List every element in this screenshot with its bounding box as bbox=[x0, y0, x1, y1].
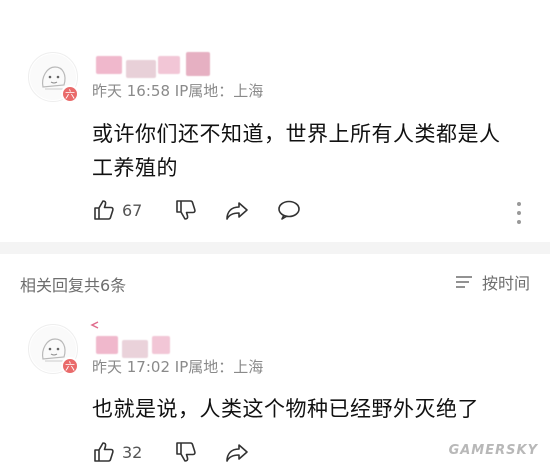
redacted-badge bbox=[186, 52, 210, 76]
reply-button[interactable] bbox=[276, 198, 302, 222]
like-button[interactable]: 32 bbox=[92, 440, 142, 464]
share-button[interactable] bbox=[224, 440, 250, 464]
sort-icon bbox=[455, 276, 472, 288]
replies-count-label: 相关回复共6条 bbox=[20, 276, 127, 295]
share-button[interactable] bbox=[224, 198, 250, 222]
thumbs-down-icon bbox=[176, 200, 197, 220]
like-count: 67 bbox=[122, 200, 143, 220]
redacted-username bbox=[158, 56, 180, 74]
dislike-button[interactable] bbox=[174, 440, 198, 464]
more-icon[interactable] bbox=[514, 200, 524, 228]
comment-icon bbox=[278, 200, 301, 220]
thumbs-down-icon bbox=[176, 442, 197, 462]
reply-arrow-icon bbox=[90, 321, 99, 329]
comment-text: 也就是说，人类这个物种已经野外灭绝了 bbox=[92, 397, 479, 421]
comment-actions: 32 bbox=[92, 440, 276, 464]
section-divider bbox=[0, 242, 550, 254]
level-badge: 六 bbox=[61, 357, 79, 375]
avatar[interactable]: 六 bbox=[28, 52, 79, 103]
sort-label: 按时间 bbox=[481, 274, 530, 293]
redacted-username[interactable] bbox=[96, 56, 122, 74]
redacted-username[interactable] bbox=[96, 336, 118, 354]
dislike-button[interactable] bbox=[174, 198, 198, 222]
thumbs-up-icon bbox=[94, 442, 114, 462]
comment-text: 或许你们还不知道，世界上所有人类都是人 工养殖的 bbox=[92, 117, 501, 185]
like-count: 32 bbox=[122, 442, 143, 462]
comment-text-line: 或许你们还不知道，世界上所有人类都是人 bbox=[92, 122, 501, 146]
level-badge: 六 bbox=[61, 85, 79, 103]
share-icon bbox=[226, 444, 249, 462]
thumbs-up-icon bbox=[94, 200, 114, 220]
avatar[interactable]: 六 bbox=[28, 324, 79, 375]
redacted-username bbox=[152, 336, 170, 354]
comment-meta: 昨天 16:58 IP属地：上海 bbox=[92, 82, 264, 100]
sort-button[interactable]: 按时间 bbox=[454, 270, 530, 294]
comment-meta: 昨天 17:02 IP属地：上海 bbox=[92, 358, 264, 376]
watermark: GAMERSKY bbox=[448, 443, 538, 458]
like-button[interactable]: 67 bbox=[92, 198, 142, 222]
comment-text-line: 工养殖的 bbox=[92, 156, 178, 180]
redacted-username bbox=[126, 60, 156, 78]
share-icon bbox=[226, 202, 249, 220]
comment-actions: 67 bbox=[92, 198, 328, 222]
